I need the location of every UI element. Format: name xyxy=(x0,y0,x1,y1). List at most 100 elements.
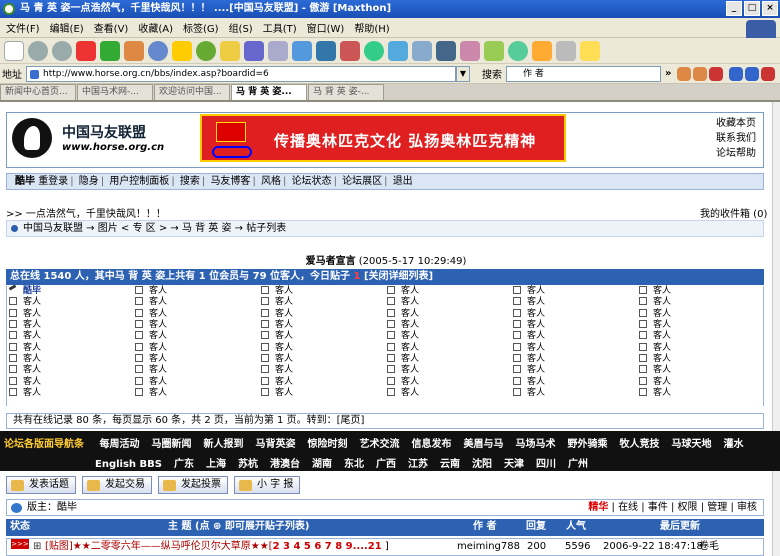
region-board-link[interactable]: 天津 xyxy=(504,459,524,470)
screen-capture-icon[interactable] xyxy=(412,40,432,61)
topic-last-user[interactable]: 卷毛 xyxy=(699,539,719,555)
menu-favorites[interactable]: 收藏(A) xyxy=(138,20,173,35)
tab-close-icon[interactable] xyxy=(761,66,776,81)
close-tab-icon[interactable] xyxy=(709,66,724,81)
expand-icon[interactable]: ⊞ xyxy=(33,539,41,555)
address-input[interactable]: http://www.horse.org.cn/bbs/index.asp?bo… xyxy=(26,65,456,82)
topic-last-time[interactable]: 2006-9-22 18:47:18 xyxy=(603,539,703,555)
board-link[interactable]: 马圈新闻 xyxy=(151,439,191,450)
tool-events[interactable]: 事件 xyxy=(648,502,668,513)
online-member-name[interactable]: 酷毕 xyxy=(23,286,41,296)
moderator-name[interactable]: 酷毕 xyxy=(57,502,77,513)
plugin-icon[interactable] xyxy=(484,40,504,61)
settings-icon[interactable] xyxy=(556,40,576,61)
board-link[interactable]: 艺术交流 xyxy=(359,439,399,450)
region-board-link[interactable]: English BBS xyxy=(95,459,162,470)
refresh-icon[interactable] xyxy=(100,40,120,61)
favorites-icon[interactable] xyxy=(172,40,192,61)
board-link[interactable]: 每周活动 xyxy=(99,439,139,450)
split-icon[interactable] xyxy=(268,40,288,61)
region-board-link[interactable]: 苏杭 xyxy=(238,459,258,470)
new-page-icon[interactable] xyxy=(4,40,24,61)
online-pager[interactable]: 共有在线记录 80 条，每页显示 60 条，共 2 页，当前为第 1 页。转到：… xyxy=(6,413,764,429)
menu-tools[interactable]: 工具(T) xyxy=(263,20,297,35)
menu-help[interactable]: 帮助(H) xyxy=(354,20,389,35)
board-link[interactable]: 野外骑乘 xyxy=(567,439,607,450)
nav-relogin[interactable]: 重登录 xyxy=(38,176,68,187)
region-board-link[interactable]: 广州 xyxy=(568,459,588,470)
board-link[interactable]: 美眉与马 xyxy=(463,439,503,450)
board-link[interactable]: 灌水 xyxy=(723,439,743,450)
tool-manage[interactable]: 管理 xyxy=(707,502,727,513)
nav-status[interactable]: 论坛状态 xyxy=(292,176,332,187)
magic-fill-icon[interactable] xyxy=(580,40,600,61)
tool-permissions[interactable]: 权限 xyxy=(678,502,698,513)
olympic-banner[interactable]: 传播奥林匹克文化 弘扬奥林匹克精神 xyxy=(200,114,566,162)
clean-icon[interactable] xyxy=(460,40,480,61)
nav-gallery[interactable]: 论坛展区 xyxy=(342,176,382,187)
search-input[interactable]: 作 者 xyxy=(506,65,661,82)
nav-blog[interactable]: 马友博客 xyxy=(210,176,250,187)
region-board-link[interactable]: 江苏 xyxy=(408,459,428,470)
region-board-link[interactable]: 东北 xyxy=(344,459,364,470)
board-link[interactable]: 马场马术 xyxy=(515,439,555,450)
topic-title[interactable]: [贴图]★★二零零六年——纵马呼伦贝尔大草原★★[2 3 4 5 6 7 8 9… xyxy=(45,539,389,555)
menu-edit[interactable]: 编辑(E) xyxy=(50,20,84,35)
region-board-link[interactable]: 沈阳 xyxy=(472,459,492,470)
next-icon[interactable] xyxy=(693,66,708,81)
web-icon[interactable] xyxy=(508,40,528,61)
bookmark-link[interactable]: 收藏本页 xyxy=(716,116,756,131)
back-icon[interactable] xyxy=(28,40,48,61)
region-board-link[interactable]: 港澳台 xyxy=(270,459,300,470)
board-link[interactable]: 新人报到 xyxy=(203,439,243,450)
minimize-button[interactable]: _ xyxy=(726,1,742,16)
tab-minimize-icon[interactable] xyxy=(729,66,744,81)
tab-horseback-active[interactable]: 马 背 英 姿... xyxy=(231,84,307,100)
groups-icon[interactable] xyxy=(220,40,240,61)
tool-review[interactable]: 审核 xyxy=(737,502,757,513)
search-icon[interactable] xyxy=(148,40,168,61)
address-dropdown[interactable]: ▼ xyxy=(456,65,470,82)
ad-hunter-icon[interactable] xyxy=(388,40,408,61)
prev-icon[interactable] xyxy=(677,66,692,81)
folder-icon[interactable] xyxy=(532,40,552,61)
font-icon[interactable] xyxy=(316,40,336,61)
tab-horseback[interactable]: 马 背 英 姿-... xyxy=(308,84,384,100)
menu-tabs[interactable]: 标签(G) xyxy=(183,20,219,35)
new-topic-button[interactable]: 发表话题 xyxy=(6,476,76,494)
nav-search[interactable]: 搜索 xyxy=(180,176,200,187)
menu-window[interactable]: 窗口(W) xyxy=(307,20,345,35)
chevron-right-icon[interactable]: » xyxy=(665,68,671,79)
mail-icon[interactable] xyxy=(292,40,312,61)
topic-pages[interactable]: 2 3 4 5 6 7 8 9....21 xyxy=(273,541,382,552)
full-screen-icon[interactable] xyxy=(436,40,456,61)
region-board-link[interactable]: 广西 xyxy=(376,459,396,470)
region-board-link[interactable]: 上海 xyxy=(206,459,226,470)
board-link[interactable]: 牧人竞技 xyxy=(619,439,659,450)
board-link[interactable]: 信息发布 xyxy=(411,439,451,450)
region-board-link[interactable]: 四川 xyxy=(536,459,556,470)
site-name[interactable]: 中国马友联盟 xyxy=(62,122,146,142)
tab-restore-icon[interactable] xyxy=(745,66,760,81)
board-link[interactable]: 马背英姿 xyxy=(255,439,295,450)
menu-view[interactable]: 查看(V) xyxy=(94,20,129,35)
board-link[interactable]: 惊险时刻 xyxy=(307,439,347,450)
home-icon[interactable] xyxy=(124,40,144,61)
nav-logout[interactable]: 退出 xyxy=(393,176,413,187)
nav-username[interactable]: 酷毕 xyxy=(15,176,35,187)
new-poll-button[interactable]: 发起投票 xyxy=(158,476,228,494)
vertical-scrollbar[interactable] xyxy=(772,102,780,556)
proxy-icon[interactable] xyxy=(340,40,360,61)
tab-news[interactable]: 新闻中心首页... xyxy=(0,84,76,100)
tool-elite[interactable]: 精华 xyxy=(588,502,608,513)
new-trade-button[interactable]: 发起交易 xyxy=(82,476,152,494)
tab-equestrian[interactable]: 中国马术网-... xyxy=(77,84,153,100)
contact-link[interactable]: 联系我们 xyxy=(716,131,756,146)
menu-file[interactable]: 文件(F) xyxy=(6,20,40,35)
skin-icon[interactable] xyxy=(364,40,384,61)
region-board-link[interactable]: 云南 xyxy=(440,459,460,470)
tab-welcome[interactable]: 欢迎访问中国... xyxy=(154,84,230,100)
topic-author[interactable]: meiming788 xyxy=(457,539,520,555)
history-icon[interactable] xyxy=(196,40,216,61)
tool-online[interactable]: 在线 xyxy=(618,502,638,513)
